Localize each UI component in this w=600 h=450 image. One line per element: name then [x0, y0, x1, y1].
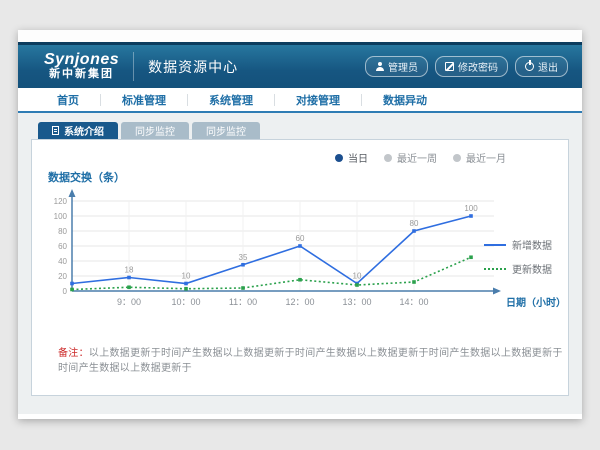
- header-action-label: 管理员: [388, 59, 418, 74]
- svg-text:100: 100: [54, 212, 68, 221]
- time-filter-label: 最近一周: [397, 150, 437, 165]
- app-title: 数据资源中心: [148, 57, 238, 77]
- svg-text:0: 0: [63, 287, 68, 296]
- svg-text:40: 40: [58, 257, 67, 266]
- solid-line-icon: [484, 244, 506, 246]
- logo-text: Synjones: [44, 52, 119, 69]
- tab-label: 同步监控: [135, 123, 175, 138]
- nav-item-3[interactable]: 对接管理: [275, 92, 361, 108]
- chart-legend: 新增数据更新数据: [484, 237, 552, 276]
- tab-label: 系统介绍: [64, 123, 104, 138]
- app-window: Synjones 新中新集团 数据资源中心 管理员修改密码退出 首页标准管理系统…: [18, 30, 582, 419]
- time-filter-group: 当日 最近一周 最近一月: [32, 140, 568, 165]
- radio-selected-icon: [335, 154, 343, 162]
- radio-icon: [384, 154, 392, 162]
- header-action-label: 退出: [538, 59, 558, 74]
- svg-text:60: 60: [58, 242, 67, 251]
- note-text: 以上数据更新于时间产生数据以上数据更新于时间产生数据以上数据更新于时间产生数据以…: [58, 348, 563, 374]
- top-strip: [18, 30, 582, 42]
- svg-text:10: 10: [182, 272, 191, 281]
- header-action-user[interactable]: 管理员: [365, 56, 428, 77]
- svg-text:10：00: 10：00: [171, 297, 200, 307]
- main-nav: 首页标准管理系统管理对接管理数据异动: [18, 88, 582, 113]
- content-area: 系统介绍 同步监控 同步监控 当日 最近一周 最近一月 数据交换（条） 0 20 40 60 8…: [18, 113, 582, 414]
- nav-item-0[interactable]: 首页: [36, 92, 100, 108]
- legend-label: 新增数据: [512, 237, 552, 252]
- legend-label: 更新数据: [512, 261, 552, 276]
- svg-text:20: 20: [58, 272, 67, 281]
- svg-text:18: 18: [125, 266, 134, 275]
- svg-text:100: 100: [464, 204, 478, 213]
- tab-label: 同步监控: [206, 123, 246, 138]
- svg-text:10: 10: [353, 272, 362, 281]
- edit-icon: [445, 62, 454, 71]
- chart-container: 0 20 40 60 80 100 120 9：00 10：00 11：00 12：00 13：00 1…: [44, 187, 568, 334]
- svg-text:11：00: 11：00: [229, 297, 257, 307]
- browser-viewport: Synjones 新中新集团 数据资源中心 管理员修改密码退出 首页标准管理系统…: [0, 0, 600, 450]
- dotted-line-icon: [484, 268, 506, 270]
- radio-icon: [453, 154, 461, 162]
- time-filter-0[interactable]: 当日: [335, 150, 368, 165]
- logout-icon: [525, 62, 534, 71]
- logo-subtitle: 新中新集团: [49, 69, 114, 81]
- time-filter-1[interactable]: 最近一周: [384, 150, 437, 165]
- svg-text:14：00: 14：00: [399, 297, 428, 307]
- content-panel: 当日 最近一周 最近一月 数据交换（条） 0 20 40 60 80 100 120 9：00 10…: [31, 139, 569, 396]
- svg-text:12：00: 12：00: [285, 297, 314, 307]
- header-action-logout[interactable]: 退出: [515, 56, 568, 77]
- time-filter-label: 当日: [348, 150, 368, 165]
- note-prefix: 备注：: [58, 348, 89, 359]
- svg-text:80: 80: [58, 227, 67, 236]
- svg-text:13：00: 13：00: [342, 297, 371, 307]
- nav-item-4[interactable]: 数据异动: [362, 92, 448, 108]
- tab-1[interactable]: 同步监控: [121, 122, 189, 139]
- header-action-label: 修改密码: [458, 59, 498, 74]
- time-filter-2[interactable]: 最近一月: [453, 150, 506, 165]
- footer-note: 备注：以上数据更新于时间产生数据以上数据更新于时间产生数据以上数据更新于时间产生…: [58, 344, 568, 374]
- legend-item-1: 更新数据: [484, 261, 552, 276]
- nav-item-2[interactable]: 系统管理: [188, 92, 274, 108]
- document-icon: [52, 126, 59, 135]
- svg-text:35: 35: [239, 253, 248, 262]
- tab-0[interactable]: 系统介绍: [38, 122, 118, 139]
- svg-text:60: 60: [296, 234, 305, 243]
- svg-text:日期（小时）: 日期（小时）: [506, 296, 566, 309]
- chart-y-axis-title: 数据交换（条）: [48, 169, 568, 185]
- svg-text:120: 120: [54, 197, 68, 206]
- tab-bar: 系统介绍 同步监控 同步监控: [38, 122, 569, 139]
- header-action-edit[interactable]: 修改密码: [435, 56, 508, 77]
- svg-text:80: 80: [410, 219, 419, 228]
- user-icon: [375, 62, 384, 71]
- svg-text:9：00: 9：00: [117, 297, 141, 307]
- time-filter-label: 最近一月: [466, 150, 506, 165]
- nav-item-1[interactable]: 标准管理: [101, 92, 187, 108]
- brand-logo[interactable]: Synjones 新中新集团: [44, 52, 134, 80]
- tab-2[interactable]: 同步监控: [192, 122, 260, 139]
- legend-item-0: 新增数据: [484, 237, 552, 252]
- header-actions: 管理员 修改密码 退出: [365, 56, 568, 77]
- app-header: Synjones 新中新集团 数据资源中心 管理员 修改密码 退出: [18, 42, 582, 88]
